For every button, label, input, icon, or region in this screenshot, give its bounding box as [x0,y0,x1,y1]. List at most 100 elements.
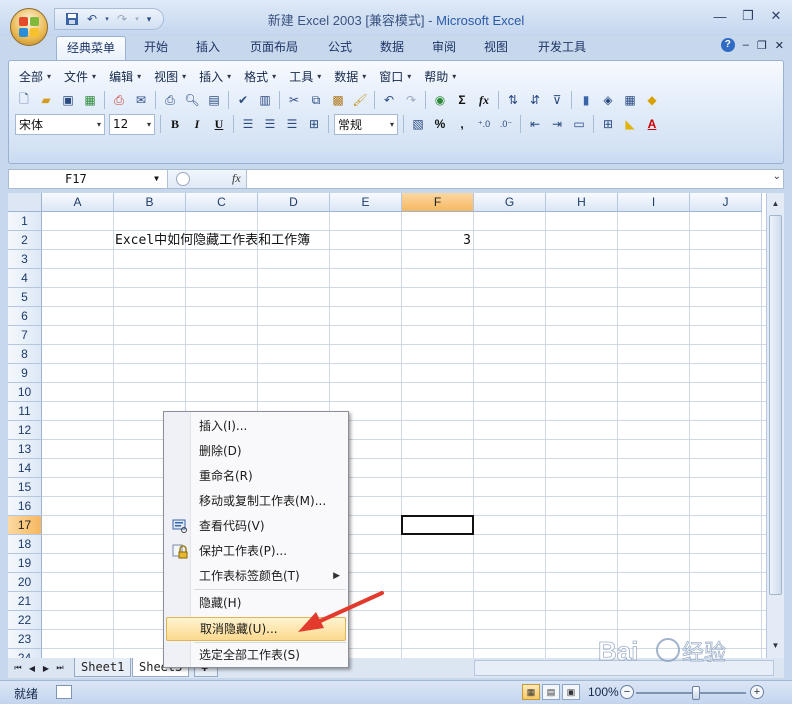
menu-item-protect-sheet[interactable]: 保护工作表(P)... [166,539,346,563]
align-center-icon[interactable]: ☰ [260,114,280,134]
fill-color-icon[interactable]: ◣ [620,114,640,134]
spelling-icon[interactable]: ✔ [233,90,253,110]
menu-item-view-code[interactable]: 查看代码(V) [166,514,346,538]
column-header-h[interactable]: H [546,193,618,212]
print-preview-icon[interactable]: 🔍︎ [182,90,202,110]
save-icon[interactable] [63,11,81,27]
row-header-9[interactable]: 9 [8,364,42,383]
row-header-1[interactable]: 1 [8,212,42,231]
research-icon[interactable]: ▥ [255,90,275,110]
menu-item-rename[interactable]: 重命名(R) [166,464,346,488]
comma-icon[interactable]: , [452,114,472,134]
new-file-icon[interactable]: 🗋 [14,90,34,110]
number-format-combo[interactable]: 常规 ▾ [334,113,398,135]
currency-icon[interactable]: ▧ [408,114,428,134]
zoom-slider-track[interactable] [636,692,746,694]
row-header-2[interactable]: 2 [8,231,42,250]
email-icon[interactable]: ✉ [131,90,151,110]
align-left-icon[interactable]: ☰ [238,114,258,134]
row-header-24[interactable]: 24 [8,649,42,658]
row-header-5[interactable]: 5 [8,288,42,307]
vertical-scrollbar[interactable]: ▲ ▼ [766,193,784,658]
doc-restore-icon[interactable]: ❐ [757,39,767,52]
select-all-corner[interactable] [8,193,42,212]
menu-item-delete[interactable]: 删除(D) [166,439,346,463]
scroll-up-icon[interactable]: ▲ [767,195,784,212]
tab-insert[interactable]: 插入 [186,36,230,60]
page-layout-view-icon[interactable]: ▤ [542,684,560,700]
worksheet-grid[interactable]: ABCDEFGHIJ 1 2 3 4 5 6 7 8 9 10 11 12 13 14 15 16 17 18 19… [8,193,766,658]
row-header-17[interactable]: 17 [8,516,42,535]
prev-sheet-icon[interactable]: ◀ [26,660,38,676]
zoom-in-icon[interactable]: + [750,685,764,699]
tab-classic-menu[interactable]: 经典菜单 [56,36,126,60]
open-icon[interactable]: ▰ [36,90,56,110]
column-header-b[interactable]: B [114,193,186,212]
active-cell-f17[interactable] [401,515,474,535]
tab-view[interactable]: 视图 [474,36,518,60]
row-header-19[interactable]: 19 [8,554,42,573]
next-sheet-icon[interactable]: ▶ [40,660,52,676]
menu-format[interactable]: 格式 ▾ [240,65,285,87]
cut-icon[interactable]: ✂ [284,90,304,110]
name-box[interactable]: F17 ▼ [9,170,165,188]
close-icon[interactable]: ✕ [764,6,788,26]
tab-page-layout[interactable]: 页面布局 [238,36,310,60]
column-header-a[interactable]: A [42,193,114,212]
expand-formula-bar-icon[interactable]: ⌄ [773,171,781,182]
row-header-13[interactable]: 13 [8,440,42,459]
paste-icon[interactable]: ▩ [328,90,348,110]
row-header-7[interactable]: 7 [8,326,42,345]
undo-icon[interactable]: ↶ [83,11,101,27]
menu-window[interactable]: 窗口 ▾ [375,65,420,87]
row-header-16[interactable]: 16 [8,497,42,516]
redo-icon[interactable]: ↷ [113,11,131,27]
help-icon[interactable]: ? [720,38,735,52]
cell-f2[interactable]: 3 [403,231,471,250]
row-header-22[interactable]: 22 [8,611,42,630]
sort-descending-icon[interactable]: ⇵ [525,90,545,110]
menu-edit[interactable]: 编辑 ▾ [105,65,150,87]
row-header-15[interactable]: 15 [8,478,42,497]
row-header-14[interactable]: 14 [8,459,42,478]
row-header-18[interactable]: 18 [8,535,42,554]
align-right-icon[interactable]: ☰ [282,114,302,134]
last-sheet-icon[interactable]: ⏭ [54,660,66,676]
tab-formulas[interactable]: 公式 [318,36,362,60]
minimize-icon[interactable]: — [708,6,732,26]
menu-item-select-all-sheets[interactable]: 选定全部工作表(S) [166,643,346,667]
column-header-c[interactable]: C [186,193,258,212]
bold-icon[interactable]: B [165,114,185,134]
chart-icon[interactable]: ▮ [576,90,596,110]
restore-icon[interactable]: ❐ [736,6,760,26]
merge-center-icon[interactable]: ⊞ [304,114,324,134]
hyperlink-icon[interactable]: ◉ [430,90,450,110]
row-header-8[interactable]: 8 [8,345,42,364]
column-header-j[interactable]: J [690,193,762,212]
italic-icon[interactable]: I [187,114,207,134]
wrap-icon[interactable]: ▭ [569,114,589,134]
menu-all[interactable]: 全部 ▾ [15,65,60,87]
redo-icon[interactable]: ↷ [401,90,421,110]
column-header-e[interactable]: E [330,193,402,212]
percent-icon[interactable]: % [430,114,450,134]
column-header-d[interactable]: D [258,193,330,212]
decrease-indent-icon[interactable]: ⇤ [525,114,545,134]
tab-review[interactable]: 审阅 [422,36,466,60]
increase-indent-icon[interactable]: ⇥ [547,114,567,134]
format-painter-icon[interactable]: 🖌︎ [350,90,370,110]
scroll-down-icon[interactable]: ▼ [767,637,784,654]
page-break-view-icon[interactable]: ▣ [562,684,580,700]
insert-function-icon[interactable]: fx [232,171,241,186]
menu-insert[interactable]: 插入 ▾ [195,65,240,87]
column-header-f[interactable]: F [402,193,474,212]
zoom-slider-thumb[interactable] [692,686,700,700]
row-header-23[interactable]: 23 [8,630,42,649]
insert-function-icon[interactable]: fx [474,90,494,110]
menu-data[interactable]: 数据 ▾ [330,65,375,87]
borders-icon[interactable]: ⊞ [598,114,618,134]
zoom-level[interactable]: 100% [588,685,619,699]
menu-help[interactable]: 帮助 ▾ [420,65,465,87]
macro-record-icon[interactable] [56,685,72,699]
menu-item-unhide[interactable]: 取消隐藏(U)... [166,617,346,641]
